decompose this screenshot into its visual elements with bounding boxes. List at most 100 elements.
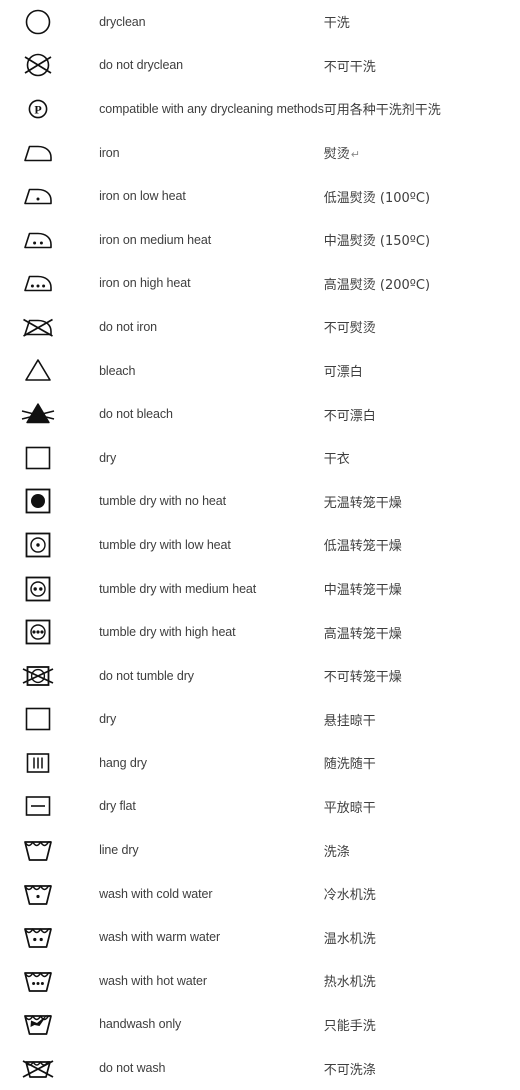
care-label-chinese: 只能手洗 bbox=[324, 1003, 520, 1047]
care-symbol-cell bbox=[0, 915, 99, 959]
table-row: tumble dry with high heat 高温转笼干燥 bbox=[0, 610, 520, 654]
wash-warm-two-dots-icon bbox=[18, 920, 58, 954]
care-label-chinese-text: 不可转笼干燥 bbox=[323, 670, 402, 686]
care-symbol-cell bbox=[0, 1003, 99, 1047]
care-label-english: iron on high heat bbox=[99, 276, 191, 291]
care-label-chinese-text: 可漂白 bbox=[323, 365, 363, 381]
wash-cold-one-dot-icon bbox=[18, 877, 58, 911]
care-label-english: dry bbox=[99, 712, 117, 727]
table-row: line dry 洗涤 bbox=[0, 828, 520, 872]
hang-dry-icon bbox=[18, 746, 58, 780]
line-dry-basin-icon bbox=[18, 833, 58, 867]
care-label-english: iron on low heat bbox=[99, 189, 186, 204]
care-label-chinese-text: 无温转笼干燥 bbox=[323, 495, 402, 511]
care-symbol-cell bbox=[0, 349, 99, 393]
paragraph-return-icon: ↵ bbox=[350, 148, 360, 162]
care-label-english: compatible with any drycleaning methods bbox=[99, 101, 324, 116]
table-row: bleach 可漂白 bbox=[0, 349, 520, 393]
do-not-tumble-dry-icon bbox=[18, 659, 58, 693]
care-label-chinese: 高温转笼干燥 bbox=[324, 610, 520, 654]
care-symbol-cell bbox=[0, 44, 99, 88]
care-symbol-cell bbox=[0, 785, 99, 829]
care-label-chinese: 随洗随干 bbox=[324, 741, 520, 785]
table-row: tumble dry with medium heat 中温转笼干燥 bbox=[0, 567, 520, 611]
care-label-chinese: 干洗 bbox=[324, 0, 520, 44]
care-label-chinese: 可漂白 bbox=[324, 349, 520, 393]
care-symbol-cell bbox=[0, 828, 99, 872]
care-symbols-table: dryclean 干洗 do not dryclean 不可干洗 compatible … bbox=[0, 0, 520, 1090]
care-label-chinese-text: 不可干洗 bbox=[323, 59, 376, 75]
table-row: compatible with any drycleaning methods 可… bbox=[0, 87, 520, 131]
care-label-english: do not iron bbox=[99, 319, 158, 334]
table-row: do not dryclean 不可干洗 bbox=[0, 44, 520, 88]
care-label-english: dry flat bbox=[99, 799, 136, 814]
care-label-english: do not dryclean bbox=[99, 58, 184, 73]
table-row: wash with warm water 温水机洗 bbox=[0, 915, 520, 959]
do-not-dryclean-circle-cross-icon bbox=[18, 48, 58, 82]
care-label-chinese-text: 低温转笼干燥 bbox=[323, 539, 402, 555]
dryclean-p-circle-icon bbox=[18, 92, 58, 126]
care-label-english: dryclean bbox=[99, 14, 146, 29]
table-row: dry 干衣 bbox=[0, 436, 520, 480]
care-label-english: tumble dry with no heat bbox=[99, 494, 226, 509]
table-row: do not wash 不可洗涤 bbox=[0, 1046, 520, 1090]
care-label-chinese: 不可漂白 bbox=[324, 392, 520, 436]
care-label-english: do not bleach bbox=[99, 407, 173, 422]
care-symbol-cell bbox=[0, 392, 99, 436]
dry-flat-icon bbox=[18, 789, 58, 823]
care-symbol-cell bbox=[0, 0, 99, 44]
care-label-english: wash with hot water bbox=[99, 973, 207, 988]
table-row: tumble dry with no heat 无温转笼干燥 bbox=[0, 480, 520, 524]
care-symbol-cell bbox=[0, 872, 99, 916]
care-symbol-cell bbox=[0, 305, 99, 349]
care-label-chinese: 热水机洗 bbox=[324, 959, 520, 1003]
table-row: do not bleach 不可漂白 bbox=[0, 392, 520, 436]
care-label-chinese-text: 悬挂晾干 bbox=[323, 713, 376, 729]
care-label-chinese: 冷水机洗 bbox=[324, 872, 520, 916]
care-label-chinese-text: 中温熨烫 (150ºC) bbox=[323, 234, 431, 250]
care-label-chinese-text: 低温熨烫 (100ºC) bbox=[323, 190, 431, 206]
care-label-english: line dry bbox=[99, 843, 139, 858]
care-label-chinese-text: 只能手洗 bbox=[323, 1018, 376, 1034]
care-label-chinese-text: 温水机洗 bbox=[323, 931, 376, 947]
dry-square-icon bbox=[18, 702, 58, 736]
care-label-chinese-text: 不可洗涤 bbox=[323, 1062, 376, 1078]
care-label-chinese-text: 热水机洗 bbox=[323, 975, 376, 991]
tumble-dry-low-heat-icon bbox=[18, 528, 58, 562]
care-label-chinese-text: 熨烫 bbox=[323, 147, 350, 163]
table-row: dry 悬挂晾干 bbox=[0, 698, 520, 742]
table-row: do not iron 不可熨烫 bbox=[0, 305, 520, 349]
handwash-only-icon bbox=[18, 1007, 58, 1041]
care-symbols-table-body: dryclean 干洗 do not dryclean 不可干洗 compatible … bbox=[0, 0, 520, 1090]
care-symbol-cell bbox=[0, 654, 99, 698]
care-label-chinese: 中温熨烫 (150ºC) bbox=[324, 218, 520, 262]
table-row: do not tumble dry 不可转笼干燥 bbox=[0, 654, 520, 698]
care-label-chinese: 低温熨烫 (100ºC) bbox=[324, 174, 520, 218]
care-label-chinese-text: 随洗随干 bbox=[323, 757, 376, 773]
care-symbol-cell bbox=[0, 131, 99, 175]
care-label-english: tumble dry with low heat bbox=[99, 537, 231, 552]
iron-three-dots-icon bbox=[18, 266, 58, 300]
care-label-chinese-text: 高温转笼干燥 bbox=[323, 626, 402, 642]
dry-square-icon bbox=[18, 441, 58, 475]
table-row: dry flat 平放晾干 bbox=[0, 785, 520, 829]
iron-one-dot-icon bbox=[18, 179, 58, 213]
care-label-english: handwash only bbox=[99, 1017, 182, 1032]
care-label-chinese-text: 干洗 bbox=[323, 16, 350, 32]
care-symbol-cell bbox=[0, 87, 99, 131]
care-label-english: iron on medium heat bbox=[99, 232, 212, 247]
iron-two-dots-icon bbox=[18, 223, 58, 257]
wash-hot-three-dots-icon bbox=[18, 964, 58, 998]
iron-icon bbox=[18, 136, 58, 170]
care-label-chinese: 悬挂晾干 bbox=[324, 698, 520, 742]
care-label-chinese-text: 高温熨烫 (200ºC) bbox=[323, 277, 431, 293]
care-label-chinese: 无温转笼干燥 bbox=[324, 480, 520, 524]
care-symbol-cell bbox=[0, 610, 99, 654]
care-symbol-cell bbox=[0, 741, 99, 785]
tumble-dry-no-heat-icon bbox=[18, 484, 58, 518]
care-label-chinese: 不可转笼干燥 bbox=[324, 654, 520, 698]
care-label-chinese: 可用各种干洗剂干洗 bbox=[324, 87, 520, 131]
care-label-english: iron bbox=[99, 145, 120, 160]
table-row: dryclean 干洗 bbox=[0, 0, 520, 44]
table-row: iron on low heat 低温熨烫 (100ºC) bbox=[0, 174, 520, 218]
